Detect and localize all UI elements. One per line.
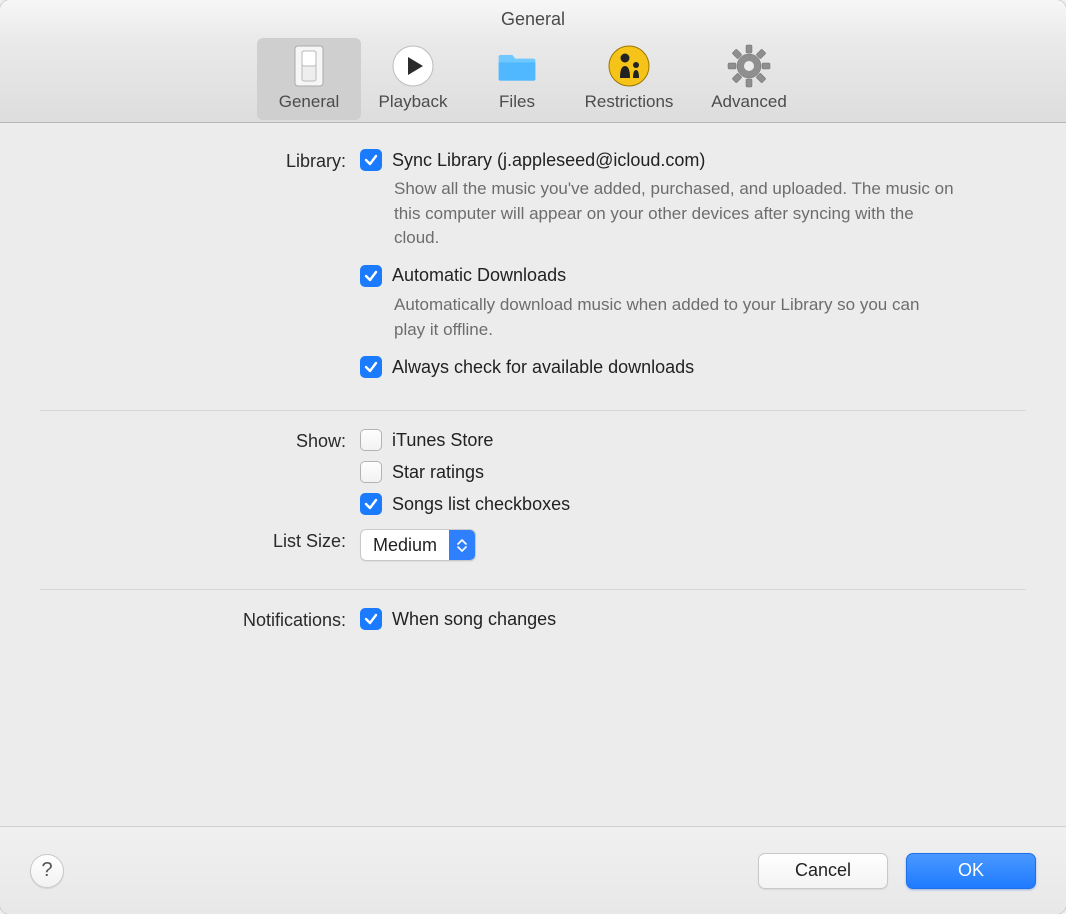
list-size-value: Medium <box>361 535 449 556</box>
section-show: Show: iTunes Store Star ratings <box>0 429 1066 589</box>
section-library: Library: Sync Library (j.appleseed@iclou… <box>0 149 1066 410</box>
play-icon <box>391 44 435 88</box>
ok-button-label: OK <box>958 860 984 881</box>
sync-library-description: Show all the music you've added, purchas… <box>394 177 954 251</box>
checkbox-star-ratings[interactable] <box>360 461 382 483</box>
select-arrows-icon <box>449 530 475 560</box>
toolbar-tab-advanced[interactable]: Advanced <box>689 38 809 120</box>
toolbar-tab-label: Files <box>499 92 535 112</box>
itunes-store-label: iTunes Store <box>392 430 493 451</box>
parental-icon <box>607 44 651 88</box>
toolbar-tab-general[interactable]: General <box>257 38 361 120</box>
divider <box>40 410 1026 411</box>
toolbar-tab-playback[interactable]: Playback <box>361 38 465 120</box>
divider <box>40 589 1026 590</box>
notifications-label: Notifications: <box>40 608 360 631</box>
checkbox-songs-list-checkboxes[interactable] <box>360 493 382 515</box>
when-song-changes-label: When song changes <box>392 609 556 630</box>
preferences-toolbar: General Playback Files <box>0 38 1066 123</box>
star-ratings-label: Star ratings <box>392 462 484 483</box>
toolbar-tab-files[interactable]: Files <box>465 38 569 120</box>
gear-icon <box>727 44 771 88</box>
toolbar-tab-label: General <box>279 92 339 112</box>
toolbar-tab-restrictions[interactable]: Restrictions <box>569 38 689 120</box>
section-notifications: Notifications: When song changes <box>0 608 1066 662</box>
sync-library-label: Sync Library (j.appleseed@icloud.com) <box>392 150 705 171</box>
songs-list-checkboxes-label: Songs list checkboxes <box>392 494 570 515</box>
window-title: General <box>501 9 565 30</box>
checkbox-automatic-downloads[interactable] <box>360 265 382 287</box>
help-button[interactable]: ? <box>30 854 64 888</box>
folder-icon <box>495 44 539 88</box>
always-check-downloads-label: Always check for available downloads <box>392 357 694 378</box>
cancel-button[interactable]: Cancel <box>758 853 888 889</box>
preferences-window: General General Playback <box>0 0 1066 914</box>
library-label: Library: <box>40 149 360 172</box>
toolbar-tab-label: Playback <box>379 92 448 112</box>
toolbar-tab-label: Restrictions <box>585 92 674 112</box>
footer-bar: ? Cancel OK <box>0 826 1066 914</box>
checkbox-always-check-downloads[interactable] <box>360 356 382 378</box>
automatic-downloads-description: Automatically download music when added … <box>394 293 954 342</box>
checkbox-sync-library[interactable] <box>360 149 382 171</box>
ok-button[interactable]: OK <box>906 853 1036 889</box>
cancel-button-label: Cancel <box>795 860 851 881</box>
toolbar-tab-label: Advanced <box>711 92 787 112</box>
preferences-content: Library: Sync Library (j.appleseed@iclou… <box>0 123 1066 826</box>
window-titlebar: General <box>0 0 1066 38</box>
list-size-label: List Size: <box>40 529 360 552</box>
checkbox-when-song-changes[interactable] <box>360 608 382 630</box>
checkbox-itunes-store[interactable] <box>360 429 382 451</box>
list-size-select[interactable]: Medium <box>360 529 476 561</box>
show-label: Show: <box>40 429 360 452</box>
switch-icon <box>287 44 331 88</box>
help-icon: ? <box>41 859 52 882</box>
automatic-downloads-label: Automatic Downloads <box>392 265 566 286</box>
